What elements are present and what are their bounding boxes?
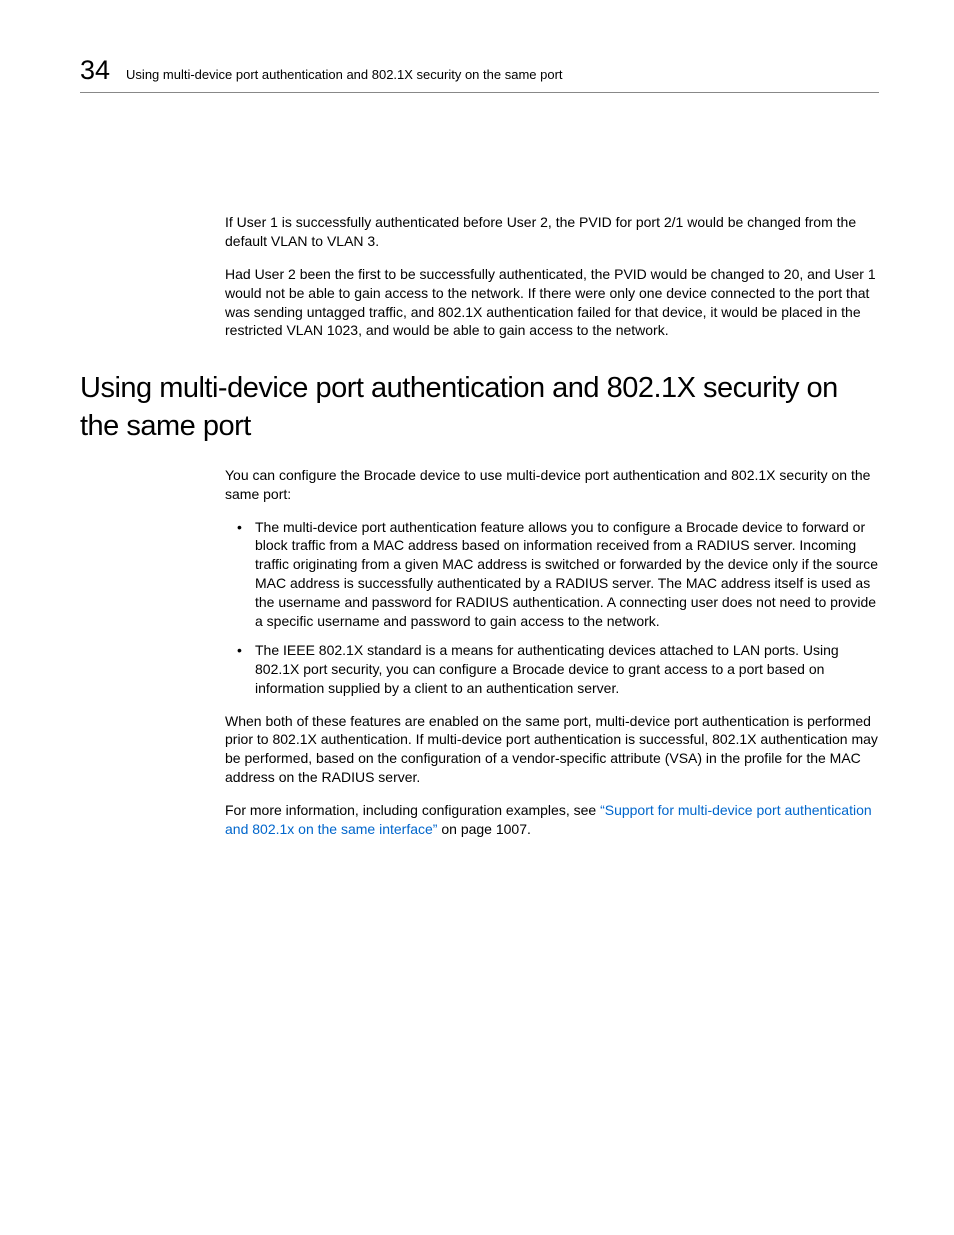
page: 34 Using multi-device port authenticatio… [0, 0, 954, 913]
intro-para-1: If User 1 is successfully authenticated … [225, 213, 879, 251]
bullet-list: The multi-device port authentication fea… [225, 518, 879, 698]
more-info-suffix: on page 1007. [437, 821, 530, 837]
more-info-para: For more information, including configur… [225, 801, 879, 839]
running-header: 34 Using multi-device port authenticatio… [80, 55, 879, 93]
intro-para-2: Had User 2 been the first to be successf… [225, 265, 879, 341]
list-item: The IEEE 802.1X standard is a means for … [225, 641, 879, 698]
running-title: Using multi-device port authentication a… [126, 67, 562, 82]
chapter-number: 34 [80, 55, 110, 86]
list-item: The multi-device port authentication fea… [225, 518, 879, 631]
after-para: When both of these features are enabled … [225, 712, 879, 788]
section-body: You can configure the Brocade device to … [225, 466, 879, 839]
intro-block: If User 1 is successfully authenticated … [225, 213, 879, 340]
more-info-prefix: For more information, including configur… [225, 802, 600, 818]
section-heading: Using multi-device port authentication a… [80, 370, 879, 445]
section-lead: You can configure the Brocade device to … [225, 466, 879, 504]
